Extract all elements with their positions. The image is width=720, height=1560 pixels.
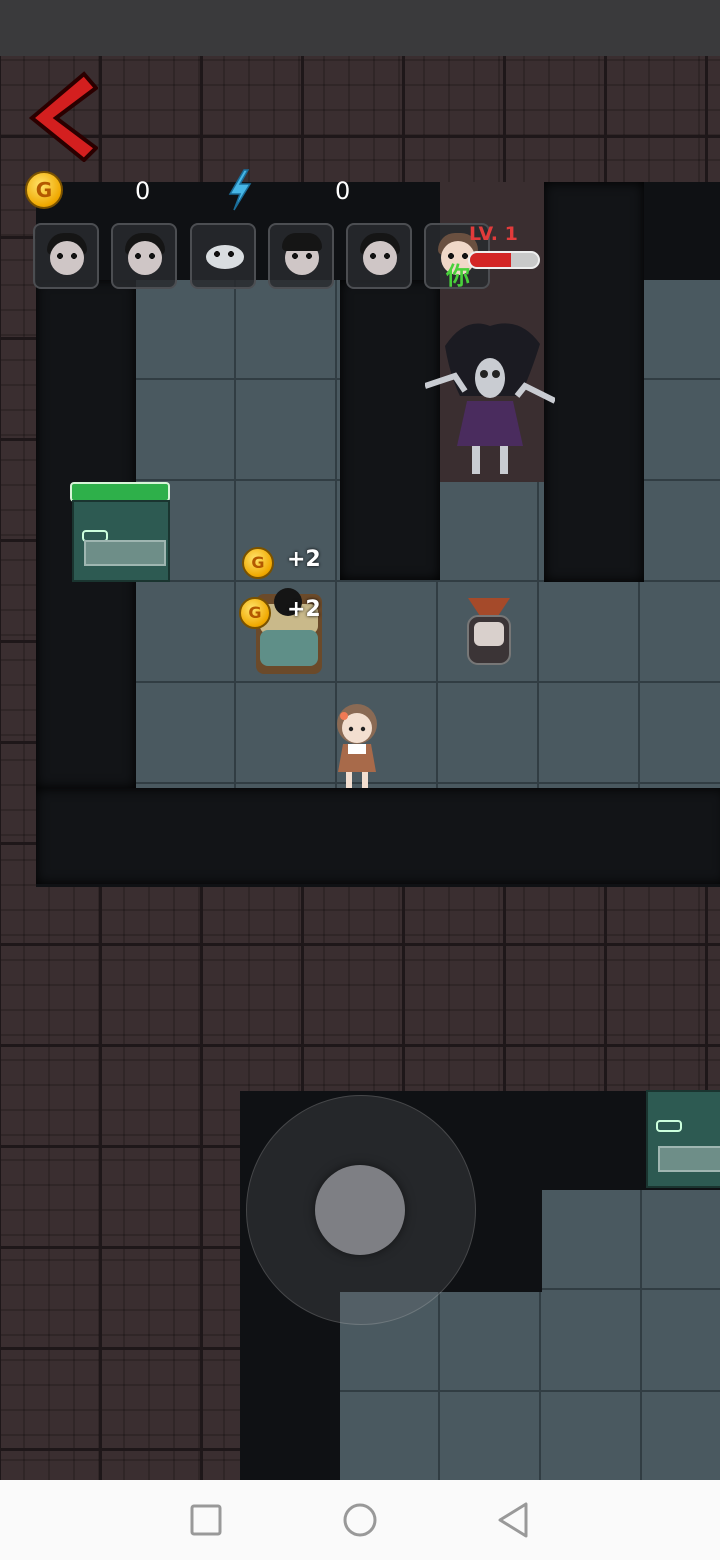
coin-count: 0 (135, 177, 151, 205)
player-level-label: LV. 1 (469, 223, 518, 245)
energy-count: 0 (335, 177, 351, 205)
pickup-amount: +2 (287, 547, 321, 572)
gold-coin-icon: G (25, 171, 63, 209)
player-health-fill (470, 253, 511, 267)
joystick-knob[interactable] (315, 1165, 405, 1255)
inner-wall-3 (544, 182, 644, 582)
door-right[interactable] (646, 1090, 720, 1188)
door-health-bar (70, 482, 170, 502)
bottom-ledge (36, 788, 720, 884)
portrait-girl-bow-1[interactable] (33, 223, 99, 289)
pickup-amount: +2 (287, 597, 321, 622)
door-plate (84, 540, 166, 566)
pickup-coin-icon: G (239, 597, 271, 629)
you-label: 你 (446, 262, 470, 290)
system-nav-bar (0, 1480, 720, 1560)
portrait-boy-dark-hair[interactable] (268, 223, 334, 289)
portrait-ghost-blob[interactable] (190, 223, 256, 289)
ghost-enemy (425, 323, 555, 474)
lightning-icon (228, 169, 252, 211)
back-arrow-button[interactable] (26, 70, 98, 162)
portrait-girl-bow-2[interactable] (111, 223, 177, 289)
player-health-bar (468, 251, 540, 269)
lower-room-floor-right (542, 1190, 720, 1294)
vase-object[interactable] (458, 590, 520, 670)
door-left[interactable] (72, 500, 170, 582)
player-character (337, 704, 377, 788)
back-icon[interactable] (490, 1496, 538, 1544)
door-plate (658, 1146, 720, 1172)
lower-room-floor (340, 1292, 720, 1480)
key-icon (656, 1120, 682, 1132)
recent-apps-icon[interactable] (182, 1496, 230, 1544)
portrait-girl-bow-3[interactable] (346, 223, 412, 289)
home-icon[interactable] (336, 1496, 384, 1544)
pickup-coin-icon: G (242, 547, 274, 579)
status-bar (0, 0, 720, 56)
